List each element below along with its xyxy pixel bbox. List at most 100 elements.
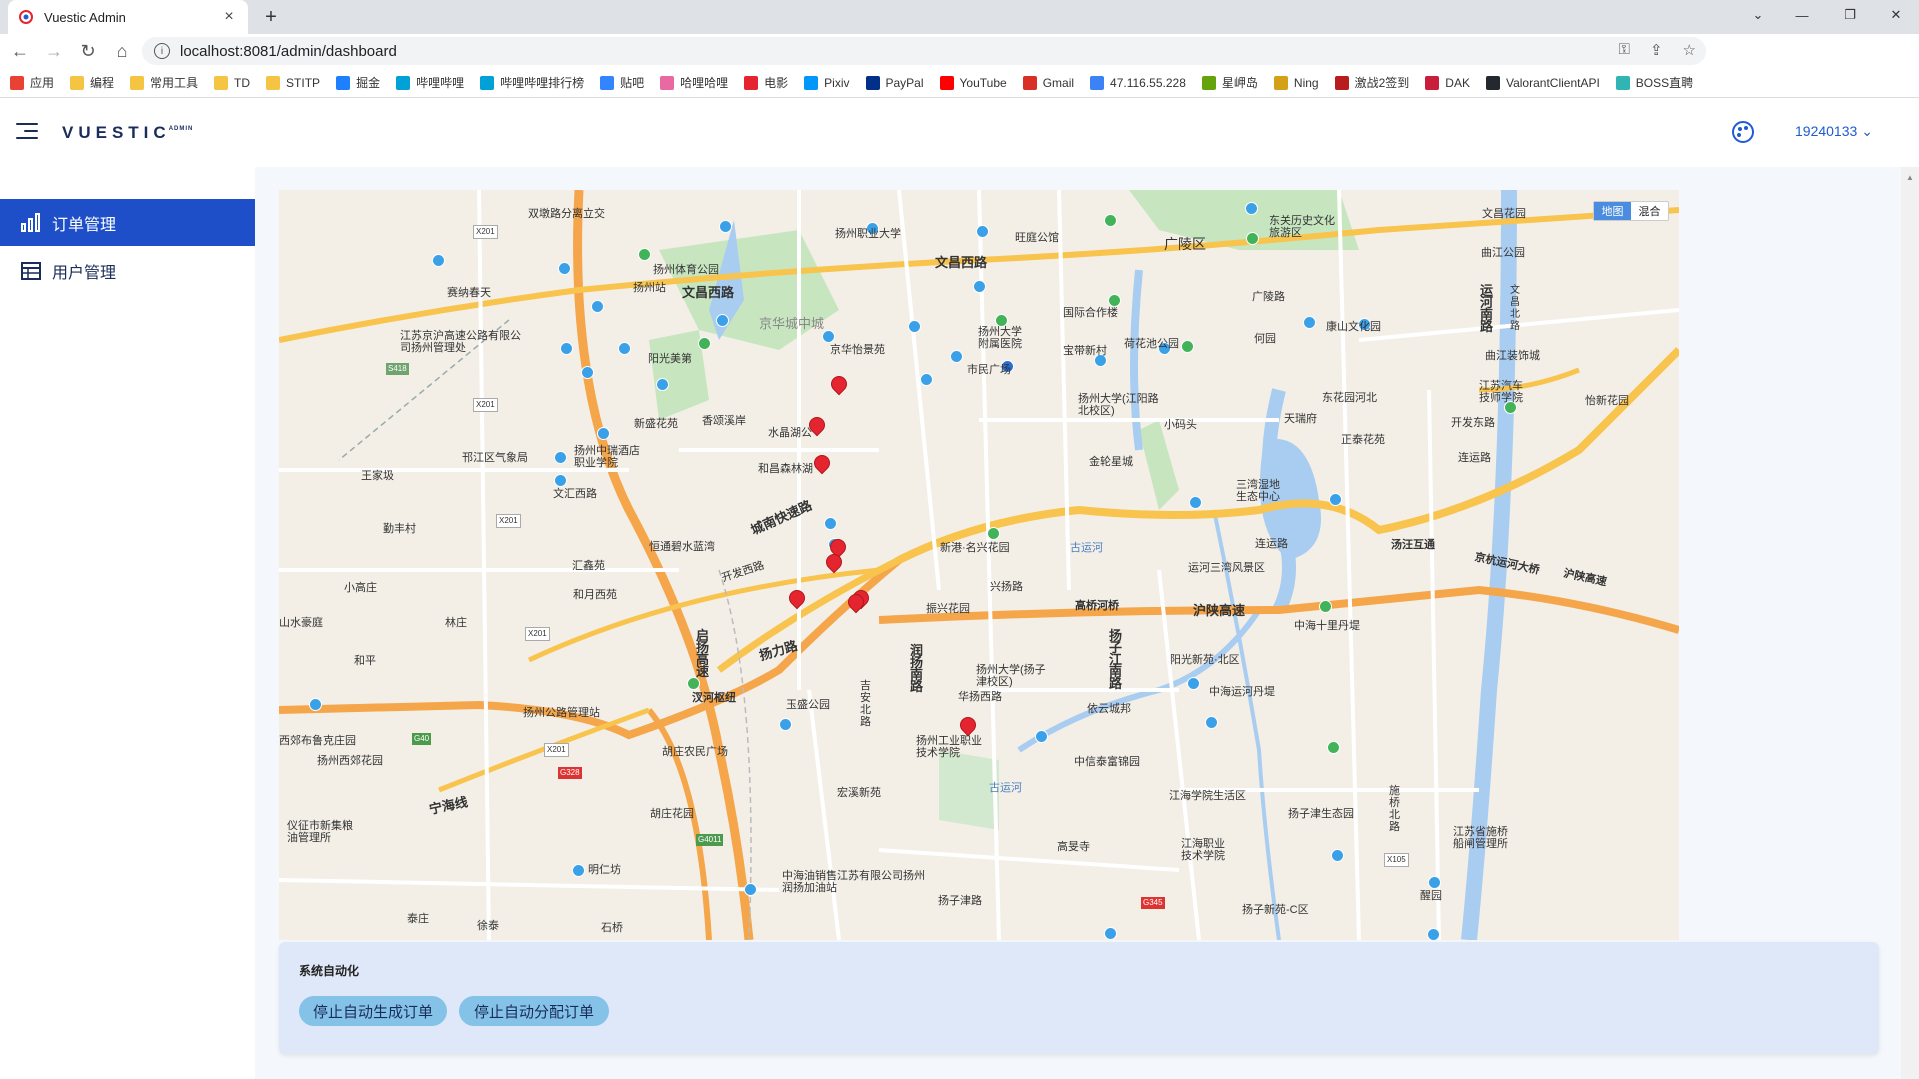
bookmark-item[interactable]: PayPal — [865, 75, 924, 90]
map-label: 扬州体育公园 — [653, 264, 719, 276]
bookmark-icon — [1090, 75, 1105, 90]
order-marker[interactable] — [805, 413, 829, 438]
color-palette-icon[interactable] — [1732, 121, 1754, 143]
map-label: 天瑞府 — [1284, 413, 1317, 425]
tab-search-icon[interactable]: ⌄ — [1738, 0, 1778, 30]
map-label: 古运河 — [1070, 542, 1103, 554]
menu-toggle-icon[interactable] — [16, 123, 40, 141]
bookmark-item[interactable]: TD — [214, 75, 250, 90]
order-marker[interactable] — [827, 372, 851, 397]
map-label: 中海十里丹堤 — [1294, 620, 1360, 632]
bookmark-label: 47.116.55.228 — [1110, 75, 1186, 90]
poi-icon — [822, 330, 835, 343]
address-bar[interactable]: i localhost:8081/admin/dashboard ⚿ ⇪ ☆ — [142, 37, 1706, 65]
bookmark-item[interactable]: 哔哩哔哩排行榜 — [480, 74, 584, 91]
road-shield: X201 — [473, 398, 498, 412]
reload-icon[interactable]: ↻ — [74, 37, 102, 65]
stop-auto-assign-button[interactable]: 停止自动分配订单 — [459, 996, 609, 1026]
bookmark-item[interactable]: Pixiv — [804, 75, 850, 90]
share-icon[interactable]: ⇪ — [1650, 41, 1663, 59]
order-marker[interactable] — [810, 451, 834, 476]
poi-icon — [1319, 600, 1332, 613]
scroll-up-icon[interactable]: ▲ — [1906, 173, 1914, 182]
map-label: 新盛花苑 — [634, 418, 678, 430]
bookmark-item[interactable]: 常用工具 — [130, 74, 198, 91]
bookmark-item[interactable]: 贴吧 — [600, 74, 644, 91]
map-type-map-button[interactable]: 地图 — [1594, 202, 1631, 220]
order-marker[interactable] — [822, 550, 846, 575]
close-tab-icon[interactable]: × — [220, 8, 238, 26]
bookmark-item[interactable]: 哈哩哈哩 — [660, 74, 728, 91]
order-marker[interactable] — [956, 713, 980, 738]
poi-icon — [1187, 677, 1200, 690]
bookmark-item[interactable]: 掘金 — [336, 74, 380, 91]
bookmark-label: 应用 — [30, 76, 55, 90]
order-map[interactable]: X201 S418 X201 X201 X201 G40 G328 X201 G… — [279, 190, 1679, 940]
user-name: 19240133 — [1795, 123, 1858, 139]
bookmark-item[interactable]: 应用 — [10, 74, 54, 91]
poi-icon — [1331, 849, 1344, 862]
map-label: 润扬南路 — [910, 643, 924, 694]
new-tab-button[interactable]: + — [258, 4, 284, 30]
bookmark-item[interactable]: ValorantClientAPI — [1485, 75, 1600, 90]
bookmark-star-icon[interactable]: ☆ — [1683, 41, 1696, 59]
bookmark-label: 哈哩哈哩 — [680, 76, 729, 90]
site-info-icon[interactable]: i — [154, 43, 170, 59]
app-logo[interactable]: VUESTICADMIN — [62, 123, 193, 143]
bookmark-item[interactable]: 星岬岛 — [1201, 74, 1258, 91]
bookmark-icon — [130, 75, 145, 90]
bookmark-item[interactable]: 哔哩哔哩 — [396, 74, 464, 91]
map-label: 汤汪互通 — [1391, 539, 1435, 551]
map-label: 广陵路 — [1252, 291, 1285, 303]
road-shield: X201 — [496, 514, 521, 528]
map-type-hybrid-button[interactable]: 混合 — [1631, 202, 1668, 220]
order-marker[interactable] — [785, 586, 809, 611]
bookmark-item[interactable]: Ning — [1273, 75, 1319, 90]
bookmark-item[interactable]: BOSS直聘 — [1615, 74, 1694, 91]
map-type-switch[interactable]: 地图 混合 — [1593, 201, 1669, 221]
map-label: 旺庭公馆 — [1015, 232, 1059, 244]
map-label: 扬州大学(扬子津校区) — [976, 664, 1046, 688]
vuestic-favicon-icon — [18, 9, 34, 25]
sidebar-item-orders[interactable]: 订单管理 — [0, 199, 255, 246]
bookmark-label: BOSS直聘 — [1635, 76, 1694, 90]
bookmarks-bar: 应用 编程 常用工具 TD STITP 掘金 哔哩哔哩 哔哩哔哩排行榜 贴吧 哈哩哈哩 电影 Pixi… — [0, 68, 1919, 98]
sidebar-item-users[interactable]: 用户管理 — [0, 247, 255, 294]
user-dropdown[interactable]: 19240133 ⌄ — [1795, 123, 1873, 140]
poi-icon — [560, 342, 573, 355]
bookmark-item[interactable]: STITP — [266, 75, 320, 90]
poi-icon — [1189, 496, 1202, 509]
map-label: 和月西苑 — [573, 589, 617, 601]
poi-icon — [432, 254, 445, 267]
bookmark-icon — [1334, 75, 1349, 90]
bookmark-item[interactable]: YouTube — [939, 75, 1007, 90]
order-marker[interactable] — [844, 590, 868, 615]
bookmark-item[interactable]: 电影 — [744, 74, 788, 91]
poi-icon — [1246, 232, 1259, 245]
restore-button[interactable]: ❐ — [1830, 0, 1870, 30]
back-arrow-icon[interactable]: ← — [6, 37, 34, 65]
poi-icon — [698, 337, 711, 350]
map-label: 运河三湾风景区 — [1188, 562, 1265, 574]
bookmark-item[interactable]: 编程 — [70, 74, 114, 91]
card-title: 系统自动化 — [299, 964, 360, 978]
bookmark-item[interactable]: Gmail — [1022, 75, 1074, 90]
bookmark-item[interactable]: DAK — [1425, 75, 1470, 90]
home-icon[interactable]: ⌂ — [108, 37, 136, 65]
map-label: 香颂溪岸 — [702, 415, 746, 427]
map-label: 王家圾 — [361, 470, 394, 482]
map-label: 金轮星城 — [1089, 456, 1133, 468]
minimize-button[interactable]: — — [1782, 0, 1822, 30]
map-label: 汊河枢纽 — [692, 692, 736, 704]
bookmark-item[interactable]: 激战2签到 — [1334, 74, 1409, 91]
stop-auto-generate-button[interactable]: 停止自动生成订单 — [299, 996, 447, 1026]
map-label: 开发东路 — [1451, 417, 1495, 429]
bookmark-icon — [480, 75, 495, 90]
key-icon[interactable]: ⚿ — [1619, 41, 1630, 59]
poi-icon — [554, 474, 567, 487]
browser-tab[interactable]: Vuestic Admin × — [8, 0, 248, 34]
forward-arrow-icon[interactable]: → — [40, 37, 68, 65]
bookmark-item[interactable]: 47.116.55.228 — [1090, 75, 1186, 90]
page-scrollbar[interactable]: ▲ — [1901, 167, 1919, 1079]
close-window-button[interactable]: ✕ — [1876, 0, 1916, 30]
